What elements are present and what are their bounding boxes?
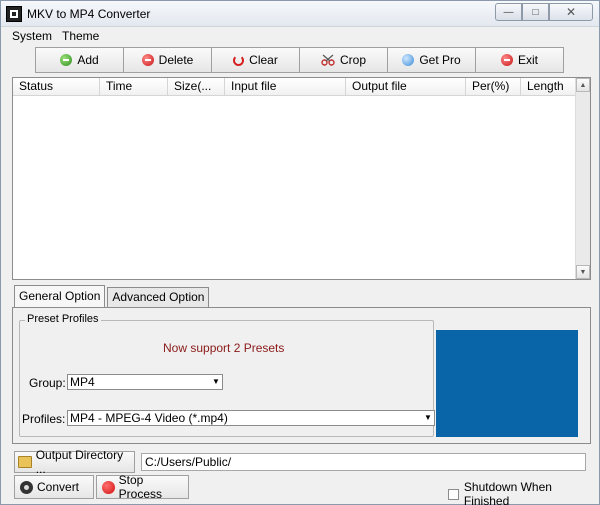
window-controls: — □ ✕ bbox=[495, 3, 593, 21]
preset-profiles-legend: Preset Profiles bbox=[25, 313, 101, 325]
close-icon: ✕ bbox=[565, 5, 577, 19]
app-icon bbox=[6, 6, 22, 22]
chevron-down-icon: ▼ bbox=[424, 413, 432, 422]
profiles-label: Profiles: bbox=[22, 412, 66, 426]
shutdown-checkbox[interactable] bbox=[448, 488, 459, 500]
crop-button[interactable]: Crop bbox=[299, 47, 388, 73]
column-output-file[interactable]: Output file bbox=[346, 78, 466, 96]
scroll-down-button[interactable]: ▼ bbox=[576, 265, 590, 279]
exit-button-label: Exit bbox=[517, 53, 538, 67]
toolbar: Add Delete Clear Crop Get Pro Exit bbox=[35, 47, 564, 73]
window-title: MKV to MP4 Converter bbox=[27, 7, 151, 21]
column-percent[interactable]: Per(%) bbox=[466, 78, 521, 96]
output-directory-label: Output Directory ... bbox=[35, 448, 124, 476]
scroll-up-button[interactable]: ▲ bbox=[576, 78, 590, 92]
stop-process-button[interactable]: Stop Process bbox=[96, 473, 189, 501]
column-time[interactable]: Time bbox=[100, 78, 168, 96]
output-directory-button[interactable]: Output Directory ... bbox=[14, 448, 135, 476]
tab-general-option[interactable]: General Option bbox=[14, 285, 106, 308]
clear-icon bbox=[233, 54, 245, 66]
file-list[interactable]: Status Time Size(... Input file Output f… bbox=[12, 77, 591, 280]
chevron-up-icon: ▲ bbox=[579, 81, 587, 89]
shutdown-label: Shutdown When Finished bbox=[463, 480, 552, 505]
tab-advanced-option[interactable]: Advanced Option bbox=[107, 287, 210, 307]
profiles-select-value: MP4 - MPEG-4 Video (*.mp4) bbox=[70, 411, 228, 425]
maximize-icon: □ bbox=[532, 6, 539, 18]
close-button[interactable]: ✕ bbox=[549, 3, 593, 21]
add-icon bbox=[60, 54, 73, 66]
minimize-icon: — bbox=[503, 6, 514, 18]
group-label: Group: bbox=[29, 376, 66, 390]
general-option-panel: Preset Profiles Now support 2 Presets Gr… bbox=[12, 307, 591, 444]
group-select-value: MP4 bbox=[70, 375, 95, 389]
clear-button-label: Clear bbox=[249, 53, 278, 67]
exit-icon bbox=[500, 54, 513, 66]
exit-button[interactable]: Exit bbox=[475, 47, 564, 73]
video-preview bbox=[436, 330, 578, 437]
column-size[interactable]: Size(... bbox=[168, 78, 225, 96]
add-button[interactable]: Add bbox=[35, 47, 124, 73]
group-select[interactable]: MP4 ▼ bbox=[67, 374, 223, 390]
convert-button-label: Convert bbox=[37, 480, 80, 494]
maximize-button[interactable]: □ bbox=[522, 3, 549, 21]
chevron-down-icon: ▼ bbox=[579, 268, 587, 276]
delete-button[interactable]: Delete bbox=[123, 47, 212, 73]
profiles-select[interactable]: MP4 - MPEG-4 Video (*.mp4) ▼ bbox=[67, 410, 435, 426]
delete-icon bbox=[141, 54, 154, 66]
app-window: MKV to MP4 Converter — □ ✕ System Theme … bbox=[0, 0, 600, 505]
convert-button[interactable]: Convert bbox=[14, 475, 94, 499]
get-pro-button-label: Get Pro bbox=[419, 53, 461, 67]
output-path-field[interactable]: C:/Users/Public/ bbox=[141, 453, 586, 471]
globe-icon bbox=[402, 54, 415, 66]
folder-icon bbox=[18, 456, 32, 468]
minimize-button[interactable]: — bbox=[495, 3, 522, 21]
chevron-down-icon: ▼ bbox=[212, 377, 220, 386]
stop-process-button-label: Stop Process bbox=[118, 473, 162, 501]
column-length[interactable]: Length bbox=[521, 78, 576, 96]
get-pro-button[interactable]: Get Pro bbox=[387, 47, 476, 73]
delete-button-label: Delete bbox=[158, 53, 194, 67]
menu-system[interactable]: System bbox=[12, 29, 52, 43]
file-list-header: Status Time Size(... Input file Output f… bbox=[13, 78, 576, 96]
stop-icon bbox=[102, 480, 115, 494]
menu-theme[interactable]: Theme bbox=[62, 29, 99, 43]
preset-profiles-group: Preset Profiles Now support 2 Presets Gr… bbox=[19, 313, 435, 437]
crop-icon bbox=[321, 54, 335, 66]
option-tabs: General Option Advanced Option bbox=[14, 285, 210, 308]
column-status[interactable]: Status bbox=[13, 78, 100, 96]
crop-button-label: Crop bbox=[339, 53, 366, 67]
menu-bar: System Theme bbox=[1, 28, 599, 46]
column-input-file[interactable]: Input file bbox=[225, 78, 346, 96]
clear-button[interactable]: Clear bbox=[211, 47, 300, 73]
support-text: Now support 2 Presets bbox=[163, 341, 285, 355]
title-bar[interactable]: MKV to MP4 Converter — □ ✕ bbox=[1, 1, 599, 27]
shutdown-option[interactable]: Shutdown When Finished bbox=[448, 480, 599, 505]
convert-icon bbox=[20, 480, 33, 494]
file-list-scrollbar[interactable]: ▲ ▼ bbox=[575, 78, 590, 279]
add-button-label: Add bbox=[77, 53, 99, 67]
